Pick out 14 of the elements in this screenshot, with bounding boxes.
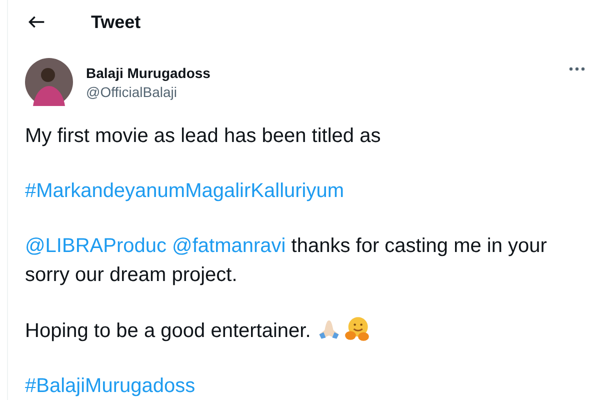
tweet-link[interactable]: #BalajiMurugadoss (25, 375, 196, 397)
tweet-paragraph: Hoping to be a good entertainer. (25, 316, 547, 346)
author-handle[interactable]: @OfficialBalaji (86, 83, 556, 101)
avatar[interactable] (25, 58, 73, 106)
tweet-link[interactable]: @LIBRAProduc (25, 235, 166, 257)
tweet-link[interactable]: #MarkandeyanumMagalirKalluriyum (25, 180, 344, 202)
tweet-link[interactable]: @fatmanravi (172, 235, 286, 257)
tweet-paragraph: @LIBRAProduc @fatmanravi thanks for casting me in your sorry our dream project. (25, 234, 547, 288)
tweet-paragraph: My first movie as lead has been titled as (25, 124, 382, 149)
page-title: Tweet (91, 12, 141, 32)
author-name[interactable]: Balaji Murugadoss (86, 63, 556, 83)
more-options-icon[interactable] (569, 67, 585, 71)
back-arrow-icon[interactable] (28, 15, 45, 29)
hugging-face-icon (344, 316, 370, 342)
